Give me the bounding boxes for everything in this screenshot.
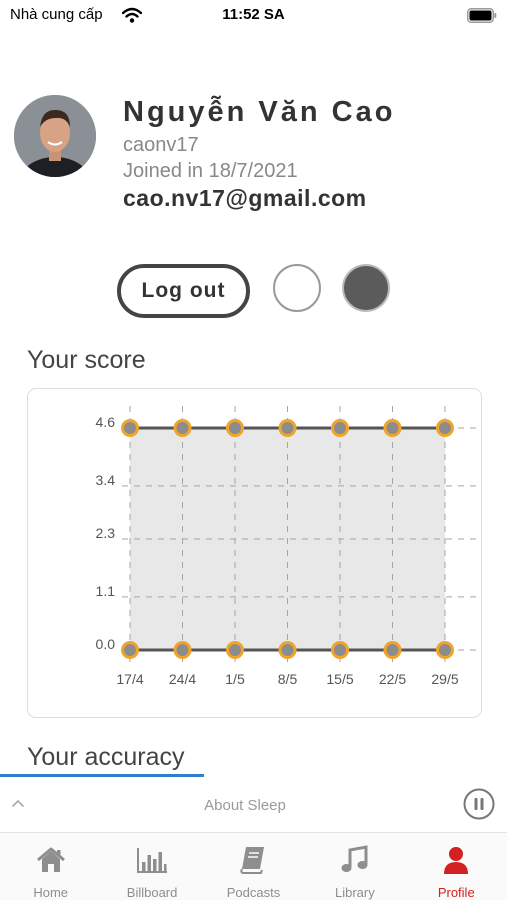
tab-home-label: Home	[33, 885, 69, 900]
x-tick-label: 17/4	[116, 671, 143, 687]
data-point	[278, 641, 297, 659]
x-tick-label: 15/5	[326, 671, 353, 687]
data-point	[383, 419, 402, 437]
tab-library-label: Library	[334, 885, 375, 900]
home-icon	[36, 847, 65, 872]
score-chart-card: 0.0 1.1 2.3 3.4 4.6 17/4 24/4 1/5 8/5 15/5 22/5 29/…	[27, 388, 482, 718]
x-tick-label: 8/5	[278, 671, 298, 687]
tab-podcasts-label: Podcasts	[226, 885, 281, 900]
book-icon	[240, 847, 265, 874]
data-point	[226, 419, 244, 437]
x-tick-label: 1/5	[225, 671, 245, 687]
score-section-title: Your score	[27, 346, 146, 374]
avatar	[14, 95, 96, 177]
data-point	[278, 419, 297, 437]
tab-podcasts[interactable]: Podcasts	[203, 833, 304, 900]
x-tick-label: 29/5	[431, 671, 458, 687]
tab-bar: Home Billboard Podcasts Library Profile	[0, 832, 507, 900]
battery-icon	[467, 8, 497, 23]
data-point	[173, 419, 192, 437]
profile-email: cao.nv17@gmail.com	[123, 185, 367, 211]
tab-home[interactable]: Home	[0, 833, 101, 900]
light-theme-toggle[interactable]	[273, 264, 321, 312]
profile-joined-date: Joined in 18/7/2021	[123, 160, 298, 182]
data-point	[121, 419, 139, 437]
y-tick-label: 1.1	[96, 583, 116, 599]
profile-name: Nguyễn Văn Cao	[123, 96, 396, 128]
data-point	[436, 419, 454, 437]
data-point	[436, 641, 454, 659]
score-chart: 0.0 1.1 2.3 3.4 4.6 17/4 24/4 1/5 8/5 15/5 22/5 29/…	[96, 406, 481, 687]
data-point	[383, 641, 402, 659]
bar-chart-icon	[137, 848, 168, 873]
music-note-icon	[341, 845, 368, 872]
profile-username: caonv17	[123, 134, 199, 156]
data-point	[226, 641, 244, 659]
accuracy-underline	[0, 774, 204, 777]
tab-billboard-label: Billboard	[126, 885, 178, 900]
pause-icon[interactable]	[463, 788, 495, 820]
data-point	[331, 641, 349, 659]
x-tick-label: 22/5	[379, 671, 406, 687]
y-tick-label: 0.0	[96, 636, 116, 652]
tab-profile[interactable]: Profile	[406, 833, 507, 900]
tab-profile-label: Profile	[437, 885, 475, 900]
status-bar: Nhà cung cấp 11:52 SA	[0, 0, 507, 32]
status-time: 11:52 SA	[222, 6, 285, 23]
dark-theme-toggle[interactable]	[342, 264, 390, 312]
x-tick-label: 24/4	[169, 671, 196, 687]
accuracy-section-title: Your accuracy	[27, 743, 185, 771]
tab-library[interactable]: Library	[304, 833, 405, 900]
mini-player-title: About Sleep	[204, 797, 286, 814]
y-tick-label: 4.6	[96, 414, 116, 430]
user-icon	[444, 847, 469, 874]
logout-button[interactable]: Log out	[117, 264, 250, 318]
data-point	[173, 641, 192, 659]
data-point	[121, 641, 139, 659]
mini-player[interactable]: About Sleep	[0, 778, 507, 832]
y-tick-label: 3.4	[96, 472, 116, 488]
tab-billboard[interactable]: Billboard	[101, 833, 202, 900]
y-tick-label: 2.3	[96, 525, 116, 541]
data-point	[331, 419, 349, 437]
